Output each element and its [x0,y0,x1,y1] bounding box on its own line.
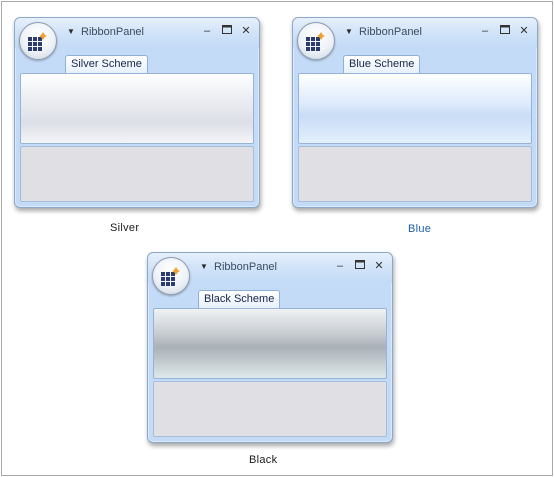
close-icon[interactable]: ✕ [517,24,531,38]
tab-black-scheme[interactable]: Black Scheme [198,290,281,308]
dropdown-arrow-icon[interactable]: ▼ [345,27,353,36]
caption-silver: Silver [110,222,140,234]
minimize-icon[interactable]: – [478,24,492,38]
window-title: RibbonPanel [214,261,277,273]
ribbon-window-silver: ▼ RibbonPanel – ✕ Silver Scheme [14,17,260,208]
ribbon-window-black: ▼ RibbonPanel – ✕ Black Scheme [147,252,393,443]
window-title: RibbonPanel [359,26,422,38]
ribbon-window-blue: ▼ RibbonPanel – ✕ Blue Scheme [292,17,538,208]
minimize-icon[interactable]: – [200,24,214,38]
ribbon-panel [298,73,532,144]
content-area [20,146,254,202]
close-icon[interactable]: ✕ [372,259,386,273]
application-menu-button[interactable] [19,22,57,60]
tab-silver-scheme[interactable]: Silver Scheme [65,55,148,73]
app-grid-icon [161,267,180,286]
tab-blue-scheme[interactable]: Blue Scheme [343,55,421,73]
screenshot-frame: ▼ RibbonPanel – ✕ Silver Scheme Silver ▼… [1,1,553,476]
app-grid-icon [28,32,47,51]
caption-blue-text: Blue [408,223,432,235]
maximize-icon[interactable] [220,24,234,38]
ribbon-panel [20,73,254,144]
application-menu-button[interactable] [152,257,190,295]
maximize-icon[interactable] [498,24,512,38]
application-menu-button[interactable] [297,22,335,60]
caption-black: Black [249,454,278,466]
close-icon[interactable]: ✕ [239,24,253,38]
caption-blue: Blue [408,223,431,235]
ribbon-panel [153,308,387,379]
dropdown-arrow-icon[interactable]: ▼ [200,262,208,271]
maximize-icon[interactable] [353,259,367,273]
app-grid-icon [306,32,325,51]
dropdown-arrow-icon[interactable]: ▼ [67,27,75,36]
content-area [153,381,387,437]
window-title: RibbonPanel [81,26,144,38]
minimize-icon[interactable]: – [333,259,347,273]
content-area [298,146,532,202]
